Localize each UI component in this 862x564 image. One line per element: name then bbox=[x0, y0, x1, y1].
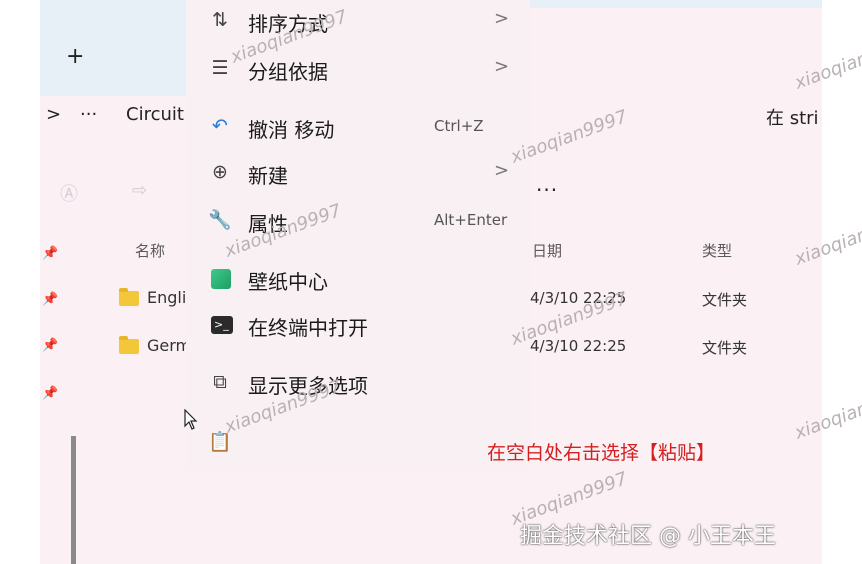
menu-item-label: 新建 bbox=[248, 164, 288, 188]
terminal-icon: >_ bbox=[211, 316, 233, 334]
group-icon: ☰ bbox=[211, 57, 229, 79]
annotation-text: 在空白处右击选择【粘贴】 bbox=[487, 442, 716, 464]
rename-icon[interactable]: Ⓐ bbox=[60, 180, 78, 206]
scrollbar[interactable] bbox=[71, 436, 76, 564]
breadcrumb-more-button[interactable]: ··· bbox=[80, 104, 97, 125]
menu-item-sort[interactable]: ⇅ 排序方式 > bbox=[186, 0, 530, 44]
menu-item-label: 分组依据 bbox=[248, 60, 328, 84]
wallpaper-icon bbox=[211, 269, 231, 289]
pin-icon[interactable]: 📌 bbox=[42, 246, 58, 261]
chevron-right-icon: > bbox=[494, 8, 510, 29]
file-type: 文件夹 bbox=[702, 339, 748, 357]
file-name: Engli bbox=[147, 288, 187, 307]
toolbar-more-button[interactable]: ··· bbox=[536, 178, 558, 202]
pin-icon[interactable]: 📌 bbox=[42, 292, 58, 307]
pin-icon[interactable]: 📌 bbox=[42, 338, 58, 353]
menu-item-new[interactable]: ⊕ 新建 > bbox=[186, 152, 530, 196]
search-input[interactable]: 在 stri bbox=[766, 104, 819, 130]
file-date: 4/3/10 22:25 bbox=[530, 337, 627, 355]
menu-item-show-more-options[interactable]: ⧉ 显示更多选项 bbox=[186, 362, 530, 406]
mouse-cursor-icon bbox=[184, 409, 198, 430]
folder-icon bbox=[119, 288, 139, 306]
wrench-icon: 🔧 bbox=[208, 209, 232, 231]
menu-item-shortcut: Ctrl+Z bbox=[434, 117, 484, 135]
file-type: 文件夹 bbox=[702, 291, 748, 309]
column-header-type[interactable]: 类型 bbox=[702, 240, 732, 261]
column-header-name[interactable]: 名称 bbox=[135, 240, 165, 261]
menu-item-label: 在终端中打开 bbox=[248, 316, 368, 340]
breadcrumb-chevron-icon[interactable]: > bbox=[46, 104, 61, 125]
breadcrumb-folder[interactable]: Circuit bbox=[126, 104, 184, 125]
pin-icon[interactable]: 📌 bbox=[42, 386, 58, 401]
file-explorer-window: + > ··· Circuit 在 stri Ⓐ ⇨ ··· 📌 📌 📌 📌 名… bbox=[40, 0, 822, 564]
menu-item-label: 撤消 移动 bbox=[248, 118, 335, 142]
folder-icon bbox=[119, 336, 139, 354]
menu-item-shortcut: Alt+Enter bbox=[434, 211, 508, 229]
more-options-icon: ⧉ bbox=[213, 371, 227, 393]
menu-item-open-in-terminal[interactable]: >_ 在终端中打开 bbox=[186, 304, 530, 348]
share-icon[interactable]: ⇨ bbox=[132, 180, 147, 201]
file-name: Germ bbox=[147, 336, 192, 355]
credit-text: 掘金技术社区 @ 小王本王 bbox=[520, 524, 776, 549]
sort-icon: ⇅ bbox=[212, 9, 228, 31]
new-tab-button[interactable]: + bbox=[66, 44, 84, 69]
undo-icon: ↶ bbox=[212, 115, 228, 137]
menu-item-wallpaper-center[interactable]: 壁纸中心 bbox=[186, 258, 530, 302]
menu-item-undo[interactable]: ↶ 撤消 移动 Ctrl+Z bbox=[186, 106, 530, 150]
column-header-date[interactable]: 日期 bbox=[532, 240, 562, 261]
chevron-right-icon: > bbox=[494, 160, 510, 181]
menu-item-label: 壁纸中心 bbox=[248, 270, 328, 294]
chevron-right-icon: > bbox=[494, 56, 510, 77]
plus-circle-icon: ⊕ bbox=[212, 161, 228, 183]
